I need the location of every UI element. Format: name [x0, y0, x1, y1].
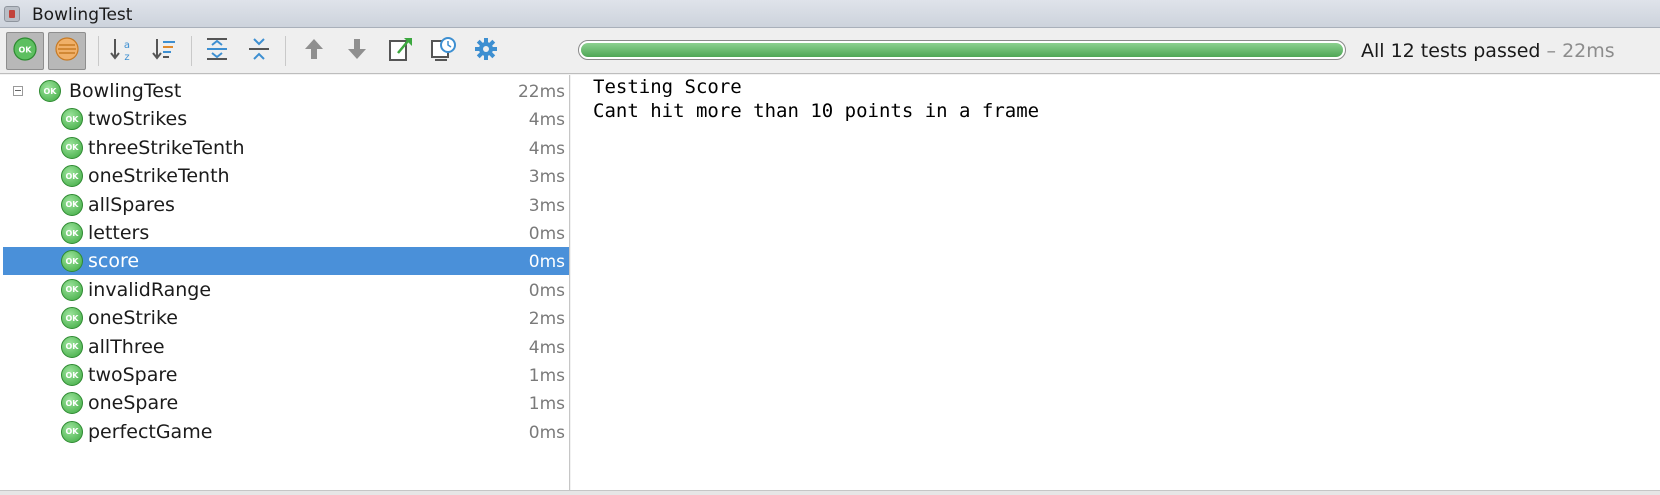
svg-text:z: z	[124, 52, 129, 63]
ok-status-icon: OK	[61, 420, 83, 443]
svg-text:OK: OK	[19, 46, 33, 55]
test-name: allSpares	[88, 193, 175, 216]
test-progress-fill	[581, 43, 1343, 57]
test-duration: 4ms	[528, 337, 565, 358]
ok-status-icon: OK	[61, 222, 83, 244]
test-name: allThree	[88, 335, 165, 358]
test-duration: 0ms	[528, 224, 565, 244]
test-progress-bar	[578, 40, 1346, 60]
test-row[interactable]: OK oneStrikeTenth 3ms	[3, 162, 569, 190]
test-name: twoStrikes	[88, 108, 188, 131]
expand-all-button[interactable]	[198, 32, 236, 70]
export-icon	[386, 35, 414, 67]
test-row[interactable]: OK oneStrike 2ms	[3, 304, 569, 332]
previous-test-button[interactable]	[295, 32, 333, 70]
gear-icon	[473, 36, 499, 66]
test-name: threeStrikeTenth	[88, 136, 245, 159]
ok-status-icon: OK	[61, 108, 83, 131]
ok-status-icon: OK	[61, 392, 83, 415]
console-line: Testing Score	[593, 76, 742, 98]
test-name: oneStrike	[88, 307, 178, 330]
test-tree: OK BowlingTest 22ms OK twoStrikes 4ms OK thr…	[0, 75, 570, 490]
test-summary-duration: – 22ms	[1540, 40, 1615, 62]
arrow-up-icon	[301, 36, 327, 66]
title-bar: BowlingTest	[0, 0, 1660, 28]
ok-status-icon: OK	[61, 136, 83, 159]
ok-status-icon: OK	[61, 364, 83, 386]
ignored-icon	[54, 36, 80, 66]
svg-text:a: a	[124, 40, 130, 51]
toolbar-separator	[98, 36, 99, 66]
console-line: Cant hit more than 10 points in a frame	[593, 100, 1040, 122]
sort-by-duration-button[interactable]	[145, 32, 183, 70]
history-clock-icon	[429, 35, 457, 67]
test-name: oneSpare	[88, 392, 179, 415]
ok-status-icon: OK	[61, 165, 83, 188]
next-test-button[interactable]	[338, 32, 376, 70]
test-row[interactable]: OK allThree 4ms	[3, 333, 569, 361]
app-icon	[4, 6, 20, 22]
toolbar-separator	[285, 36, 286, 66]
toolbar: OK a z All 12 tests passed – 22ms	[0, 28, 1660, 74]
expand-all-icon	[203, 35, 231, 67]
test-name: twoSpare	[88, 364, 178, 386]
show-passed-button[interactable]: OK	[6, 32, 44, 70]
sort-duration-icon	[150, 35, 178, 67]
test-row[interactable]: OK perfectGame 0ms	[3, 418, 569, 446]
show-ignored-button[interactable]	[48, 32, 86, 70]
test-name: score	[88, 250, 140, 273]
test-runner-window: BowlingTest OK a z All 12 tests passed –…	[0, 0, 1660, 495]
test-name: perfectGame	[88, 420, 213, 443]
sort-az-icon: a z	[108, 35, 136, 67]
test-duration: 4ms	[528, 138, 565, 159]
console-output[interactable]: Testing Score Cant hit more than 10 point…	[571, 75, 1660, 490]
settings-button[interactable]	[467, 32, 505, 70]
test-row[interactable]: OK letters 0ms	[3, 219, 569, 247]
tree-root-time: 22ms	[517, 82, 565, 102]
test-row[interactable]: OK oneSpare 1ms	[3, 389, 569, 417]
export-results-button[interactable]	[381, 32, 419, 70]
sort-alphabetically-button[interactable]: a z	[103, 32, 141, 70]
collapse-all-button[interactable]	[240, 32, 278, 70]
tree-root-label: BowlingTest	[69, 80, 182, 102]
ok-circle-icon: OK	[12, 36, 38, 66]
test-duration: 4ms	[528, 110, 565, 131]
ok-status-icon: OK	[39, 80, 61, 102]
test-name: invalidRange	[88, 278, 212, 301]
bottom-border	[0, 490, 1660, 495]
test-history-button[interactable]	[424, 32, 462, 70]
test-duration: 0ms	[528, 422, 565, 443]
ok-status-icon: OK	[61, 335, 83, 358]
test-summary-text: All 12 tests passed	[1361, 40, 1541, 62]
test-row[interactable]: OK twoSpare 1ms	[3, 361, 569, 389]
ok-status-icon: OK	[61, 250, 83, 273]
test-duration: 1ms	[528, 394, 565, 415]
test-row[interactable]: OK twoStrikes 4ms	[3, 105, 569, 133]
window-title: BowlingTest	[32, 5, 133, 25]
test-row[interactable]: OK threeStrikeTenth 4ms	[3, 134, 569, 162]
test-duration: 0ms	[528, 252, 565, 273]
test-name: oneStrikeTenth	[88, 165, 230, 188]
test-row[interactable]: OK allSpares 3ms	[3, 191, 569, 219]
test-row[interactable]: OK score 0ms	[3, 247, 569, 276]
test-name: letters	[88, 222, 150, 244]
test-duration: 1ms	[528, 366, 565, 386]
collapse-toggle[interactable]	[13, 86, 23, 96]
test-duration: 2ms	[528, 309, 565, 330]
test-duration: 0ms	[528, 280, 565, 301]
tree-root-row[interactable]: OK BowlingTest 22ms	[3, 77, 569, 105]
test-row[interactable]: OK invalidRange 0ms	[3, 276, 569, 304]
ok-status-icon: OK	[61, 307, 83, 330]
test-duration: 3ms	[528, 195, 565, 216]
arrow-down-icon	[344, 36, 370, 66]
test-duration: 3ms	[528, 167, 565, 188]
ok-status-icon: OK	[61, 278, 83, 301]
toolbar-separator	[191, 36, 192, 66]
test-summary: All 12 tests passed – 22ms	[1361, 40, 1615, 62]
ok-status-icon: OK	[61, 193, 83, 216]
collapse-all-icon	[245, 35, 273, 67]
